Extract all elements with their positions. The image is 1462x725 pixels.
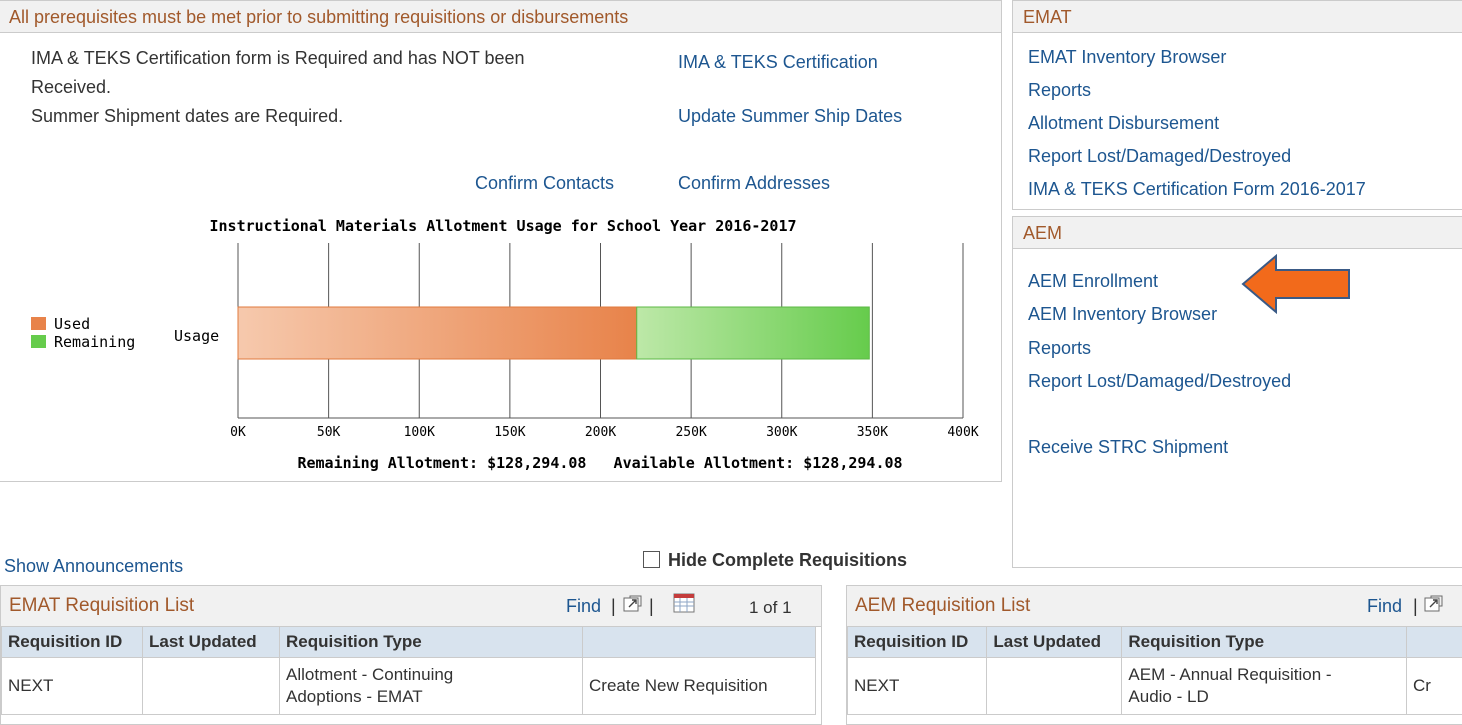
bar-remaining [637, 307, 870, 359]
aem-inventory-browser-link[interactable]: AEM Inventory Browser [1028, 304, 1217, 325]
new-window-icon[interactable] [623, 595, 642, 618]
requisition-type-cell: Allotment - Continuing Adoptions - EMAT [280, 658, 583, 715]
table-header-row: Requisition ID Last Updated Requisition … [2, 627, 816, 658]
aem-find-link[interactable]: Find [1367, 596, 1402, 617]
emat-inventory-browser-link[interactable]: EMAT Inventory Browser [1028, 47, 1226, 68]
x-tick-label: 350K [857, 425, 888, 440]
aem-report-lost-link[interactable]: Report Lost/Damaged/Destroyed [1028, 371, 1291, 392]
x-tick-label: 400K [947, 425, 978, 440]
col-requisition-id[interactable]: Requisition ID [848, 627, 987, 658]
chart-title: Instructional Materials Allotment Usage … [210, 217, 797, 235]
aem-requisition-title: AEM Requisition List [855, 595, 1030, 617]
x-tick-label: 200K [585, 425, 616, 440]
category-label-usage: Usage [174, 327, 219, 345]
prerequisites-title: All prerequisites must be met prior to s… [0, 1, 1001, 33]
create-new-requisition-button[interactable]: Create New Requisition [583, 658, 816, 715]
update-summer-ship-dates-link[interactable]: Update Summer Ship Dates [678, 106, 902, 127]
col-last-updated[interactable]: Last Updated [987, 627, 1122, 658]
show-announcements-link[interactable]: Show Announcements [4, 556, 183, 577]
col-action [1407, 627, 1462, 658]
col-requisition-id[interactable]: Requisition ID [2, 627, 143, 658]
col-action [583, 627, 816, 658]
x-tick-label: 50K [317, 425, 341, 440]
x-tick-label: 100K [404, 425, 435, 440]
confirm-addresses-link[interactable]: Confirm Addresses [678, 173, 830, 194]
bar-used [238, 307, 637, 359]
col-requisition-type[interactable]: Requisition Type [1122, 627, 1407, 658]
emat-find-link[interactable]: Find [566, 596, 601, 617]
ima-teks-certification-link[interactable]: IMA & TEKS Certification [678, 52, 878, 73]
table-header-row: Requisition ID Last Updated Requisition … [848, 627, 1462, 658]
requisition-type-line: AEM - Annual Requisition - [1128, 664, 1400, 686]
x-tick-label: 300K [766, 425, 797, 440]
requisition-id-cell: NEXT [848, 658, 987, 715]
separator: | [649, 596, 654, 617]
aem-panel: AEM [1012, 216, 1462, 568]
col-last-updated[interactable]: Last Updated [143, 627, 280, 658]
aem-requisition-grid: AEM Requisition List Find | Requisition … [846, 585, 1462, 725]
pointer-arrow-icon [1240, 253, 1352, 317]
x-tick-label: 250K [675, 425, 706, 440]
cert-required-message-cont: Received. [31, 77, 111, 98]
requisition-type-line: Audio - LD [1128, 686, 1400, 708]
spreadsheet-icon[interactable] [673, 593, 695, 618]
x-tick-label: 0K [230, 425, 246, 440]
last-updated-cell [987, 658, 1122, 715]
emat-requisition-title: EMAT Requisition List [9, 595, 194, 617]
col-requisition-type[interactable]: Requisition Type [280, 627, 583, 658]
table-row: NEXT AEM - Annual Requisition - Audio - … [848, 658, 1462, 715]
separator: | [611, 596, 616, 617]
cert-required-message: IMA & TEKS Certification form is Require… [31, 48, 525, 69]
emat-report-lost-link[interactable]: Report Lost/Damaged/Destroyed [1028, 146, 1291, 167]
last-updated-cell [143, 658, 280, 715]
emat-requisition-header: EMAT Requisition List Find | | 1 of 1 [1, 586, 821, 627]
confirm-contacts-link[interactable]: Confirm Contacts [475, 173, 614, 194]
chart-footer: Remaining Allotment: $128,294.08 Availab… [297, 454, 902, 472]
legend-used-label: Used [54, 315, 90, 333]
receive-strc-shipment-link[interactable]: Receive STRC Shipment [1028, 437, 1228, 458]
allotment-usage-chart: Instructional Materials Allotment Usage … [0, 210, 1000, 480]
emat-panel-title: EMAT [1013, 1, 1462, 33]
aem-reports-link[interactable]: Reports [1028, 338, 1091, 359]
emat-requisition-grid: EMAT Requisition List Find | | 1 of 1 Re… [0, 585, 822, 725]
ima-teks-form-link[interactable]: IMA & TEKS Certification Form 2016-2017 [1028, 179, 1366, 200]
create-requisition-button[interactable]: Cr [1407, 658, 1462, 715]
hide-complete-label: Hide Complete Requisitions [668, 550, 907, 571]
legend-remaining-label: Remaining [54, 333, 135, 351]
requisition-type-line: Adoptions - EMAT [286, 686, 576, 708]
table-row: NEXT Allotment - Continuing Adoptions - … [2, 658, 816, 715]
emat-reports-link[interactable]: Reports [1028, 80, 1091, 101]
aem-requisition-table: Requisition ID Last Updated Requisition … [847, 626, 1462, 715]
requisition-id-cell: NEXT [2, 658, 143, 715]
aem-enrollment-link[interactable]: AEM Enrollment [1028, 271, 1158, 292]
requisition-type-cell: AEM - Annual Requisition - Audio - LD [1122, 658, 1407, 715]
allotment-disbursement-link[interactable]: Allotment Disbursement [1028, 113, 1219, 134]
separator: | [1413, 596, 1418, 617]
aem-panel-title: AEM [1013, 217, 1462, 249]
hide-complete-checkbox[interactable] [643, 551, 660, 568]
requisition-type-line: Allotment - Continuing [286, 664, 576, 686]
legend-remaining-swatch [31, 335, 46, 348]
x-tick-label: 150K [494, 425, 525, 440]
aem-requisition-header: AEM Requisition List Find | [847, 586, 1462, 627]
chart-legend: Used Remaining [31, 315, 135, 351]
emat-requisition-table: Requisition ID Last Updated Requisition … [1, 626, 816, 715]
new-window-icon[interactable] [1424, 595, 1443, 618]
ship-dates-message: Summer Shipment dates are Required. [31, 106, 343, 127]
legend-used-swatch [31, 317, 46, 330]
emat-pager: 1 of 1 [749, 598, 792, 618]
